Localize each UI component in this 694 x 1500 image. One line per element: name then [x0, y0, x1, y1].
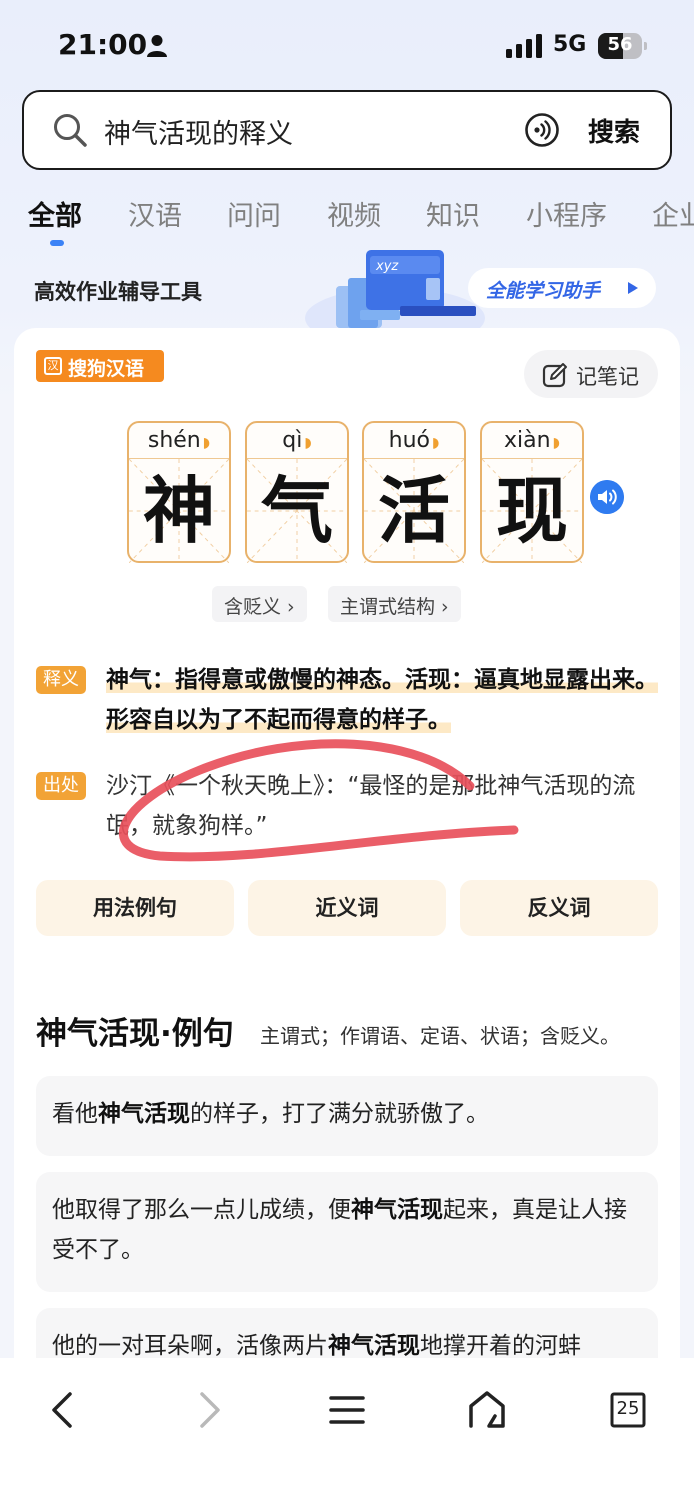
play-arrow-icon — [628, 282, 638, 294]
pinyin-label[interactable]: huó ◗ — [364, 428, 464, 453]
voice-search-icon[interactable] — [524, 112, 560, 148]
tab-ask[interactable]: 问问 — [227, 194, 281, 233]
take-notes-button[interactable]: 记笔记 — [524, 350, 658, 398]
audio-icon: ◗ — [202, 435, 211, 451]
example-sentence: 看他神气活现的样子，打了满分就骄傲了。 — [36, 1076, 658, 1156]
search-input[interactable]: 神气活现的释义 — [104, 112, 293, 151]
bottom-navigation: 25 — [0, 1358, 694, 1500]
character-card[interactable]: qì ◗ 气 — [245, 421, 349, 563]
take-notes-label: 记笔记 — [576, 365, 639, 389]
antonyms-button[interactable]: 反义词 — [460, 880, 658, 936]
tab-mini-program[interactable]: 小程序 — [526, 194, 607, 233]
hanzi-character: 现 — [495, 468, 568, 553]
edit-note-icon — [542, 363, 567, 388]
character-card[interactable]: xiàn ◗ 现 — [480, 421, 584, 563]
promo-art-label: xyz — [375, 259, 399, 274]
person-icon — [147, 35, 167, 57]
promo-banner[interactable]: 高效作业辅导工具 xyz 全能学习助手 — [0, 248, 694, 328]
synonyms-button[interactable]: 近义词 — [248, 880, 446, 936]
learning-assistant-label: 全能学习助手 — [486, 280, 601, 302]
forward-icon[interactable] — [186, 1388, 230, 1432]
definition-text: 神气：指得意或傲慢的神态。活现：逼真地显露出来。形容自以为了不起而得意的样子。 — [106, 667, 658, 733]
tabs-button[interactable]: 25 — [606, 1388, 650, 1432]
audio-icon: ◗ — [431, 435, 440, 451]
definition-label: 释义 — [36, 666, 86, 694]
usage-examples-button[interactable]: 用法例句 — [36, 880, 234, 936]
status-time: 21:00 — [58, 28, 148, 61]
tag-derogatory[interactable]: 含贬义 › — [212, 586, 307, 622]
active-tab-indicator — [50, 240, 64, 246]
learning-assistant-button[interactable]: 全能学习助手 — [468, 268, 656, 308]
hanzi-character: 活 — [377, 468, 450, 553]
home-icon[interactable] — [465, 1388, 509, 1432]
search-box[interactable]: 神气活现的释义 搜索 — [22, 90, 672, 170]
category-tabs: 全部 汉语 问问 视频 知识 小程序 企业 — [0, 190, 694, 250]
hanzi-character: 气 — [260, 468, 333, 553]
tab-knowledge[interactable]: 知识 — [426, 194, 480, 233]
brand-badge: 汉 搜狗汉语 — [36, 350, 164, 382]
network-label: 5G — [553, 32, 587, 57]
back-icon[interactable] — [42, 1388, 86, 1432]
tab-all[interactable]: 全部 — [28, 194, 82, 233]
speaker-icon[interactable] — [590, 480, 624, 514]
hanzi-character: 神 — [142, 468, 215, 553]
search-button[interactable]: 搜索 — [588, 112, 640, 149]
example-sentence: 他取得了那么一点儿成绩，便神气活现起来，真是让人接受不了。 — [36, 1172, 658, 1292]
tab-enterprise[interactable]: 企业 — [652, 194, 694, 233]
audio-icon: ◗ — [552, 435, 560, 451]
dictionary-card: 汉 搜狗汉语 记笔记 shén ◗ 神 qì ◗ 气 huó ◗ 活 xiàn … — [14, 328, 680, 1428]
search-icon[interactable] — [52, 112, 88, 148]
promo-text: 高效作业辅导工具 — [34, 280, 202, 304]
audio-icon: ◗ — [304, 435, 312, 451]
pinyin-label[interactable]: xiàn ◗ — [482, 428, 582, 453]
pinyin-label[interactable]: shén ◗ — [129, 428, 229, 453]
source-text: 沙汀《一个秋天晚上》：“最怪的是那批神气活现的流氓，就象狗样。” — [106, 773, 636, 839]
menu-icon[interactable] — [325, 1388, 369, 1432]
battery-level: 56 — [607, 34, 633, 55]
tag-structure[interactable]: 主谓式结构 › — [328, 586, 461, 622]
character-card[interactable]: shén ◗ 神 — [127, 421, 231, 563]
dictionary-icon: 汉 — [44, 357, 62, 375]
battery-icon: 56 — [598, 33, 648, 59]
tab-chinese[interactable]: 汉语 — [128, 194, 182, 233]
tab-video[interactable]: 视频 — [327, 194, 381, 233]
pinyin-label[interactable]: qì ◗ — [247, 428, 347, 453]
status-bar: 21:00 5G 56 — [0, 0, 694, 90]
signal-icon — [506, 34, 542, 58]
tab-count: 25 — [616, 1398, 640, 1419]
examples-title: 神气活现·例句 — [36, 1016, 234, 1052]
books-illustration: xyz — [305, 250, 485, 328]
examples-subtitle: 主谓式；作谓语、定语、状语；含贬义。 — [260, 1024, 620, 1048]
brand-name: 搜狗汉语 — [68, 358, 145, 380]
source-label: 出处 — [36, 772, 86, 800]
character-card[interactable]: huó ◗ 活 — [362, 421, 466, 563]
